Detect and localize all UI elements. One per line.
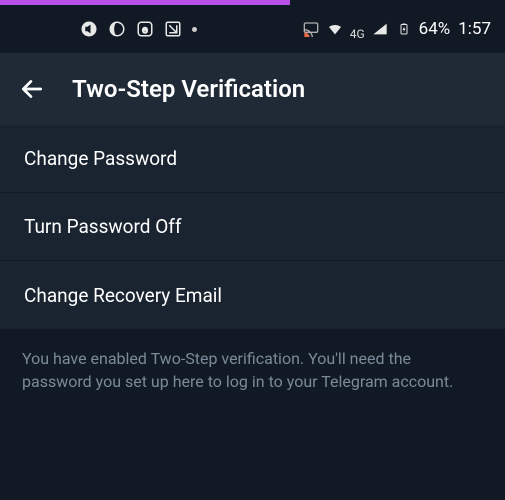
footnote-text: You have enabled Two-Step verification. … (0, 329, 505, 411)
option-label: Turn Password Off (24, 215, 182, 238)
arrow-left-icon (19, 76, 45, 102)
option-change-recovery-email[interactable]: Change Recovery Email (0, 261, 505, 329)
cast-icon (302, 20, 320, 38)
option-label: Change Password (24, 147, 177, 170)
signal-icon (371, 20, 389, 38)
e-icon: e (136, 20, 154, 38)
titlebar: Two-Step Verification (0, 53, 505, 125)
moon-icon (108, 20, 126, 38)
mute-icon (80, 20, 98, 38)
wifi-icon (326, 20, 344, 38)
option-label: Change Recovery Email (24, 284, 222, 307)
network-label: 4G (350, 27, 365, 41)
svg-text:e: e (142, 25, 147, 36)
overflow-dot (192, 27, 197, 32)
option-change-password[interactable]: Change Password (0, 125, 505, 193)
back-button[interactable] (18, 75, 46, 103)
page-title: Two-Step Verification (72, 75, 305, 103)
battery-icon (395, 20, 413, 38)
media-icon (164, 20, 182, 38)
clock: 1:57 (458, 19, 491, 39)
options-list: Change Password Turn Password Off Change… (0, 125, 505, 329)
status-bar: e 4G 64% 1:57 (0, 5, 505, 53)
battery-percent: 64% (419, 19, 451, 39)
option-turn-password-off[interactable]: Turn Password Off (0, 193, 505, 261)
status-icons-right: 4G 64% 1:57 (302, 17, 491, 41)
status-icons-left: e (80, 20, 197, 38)
